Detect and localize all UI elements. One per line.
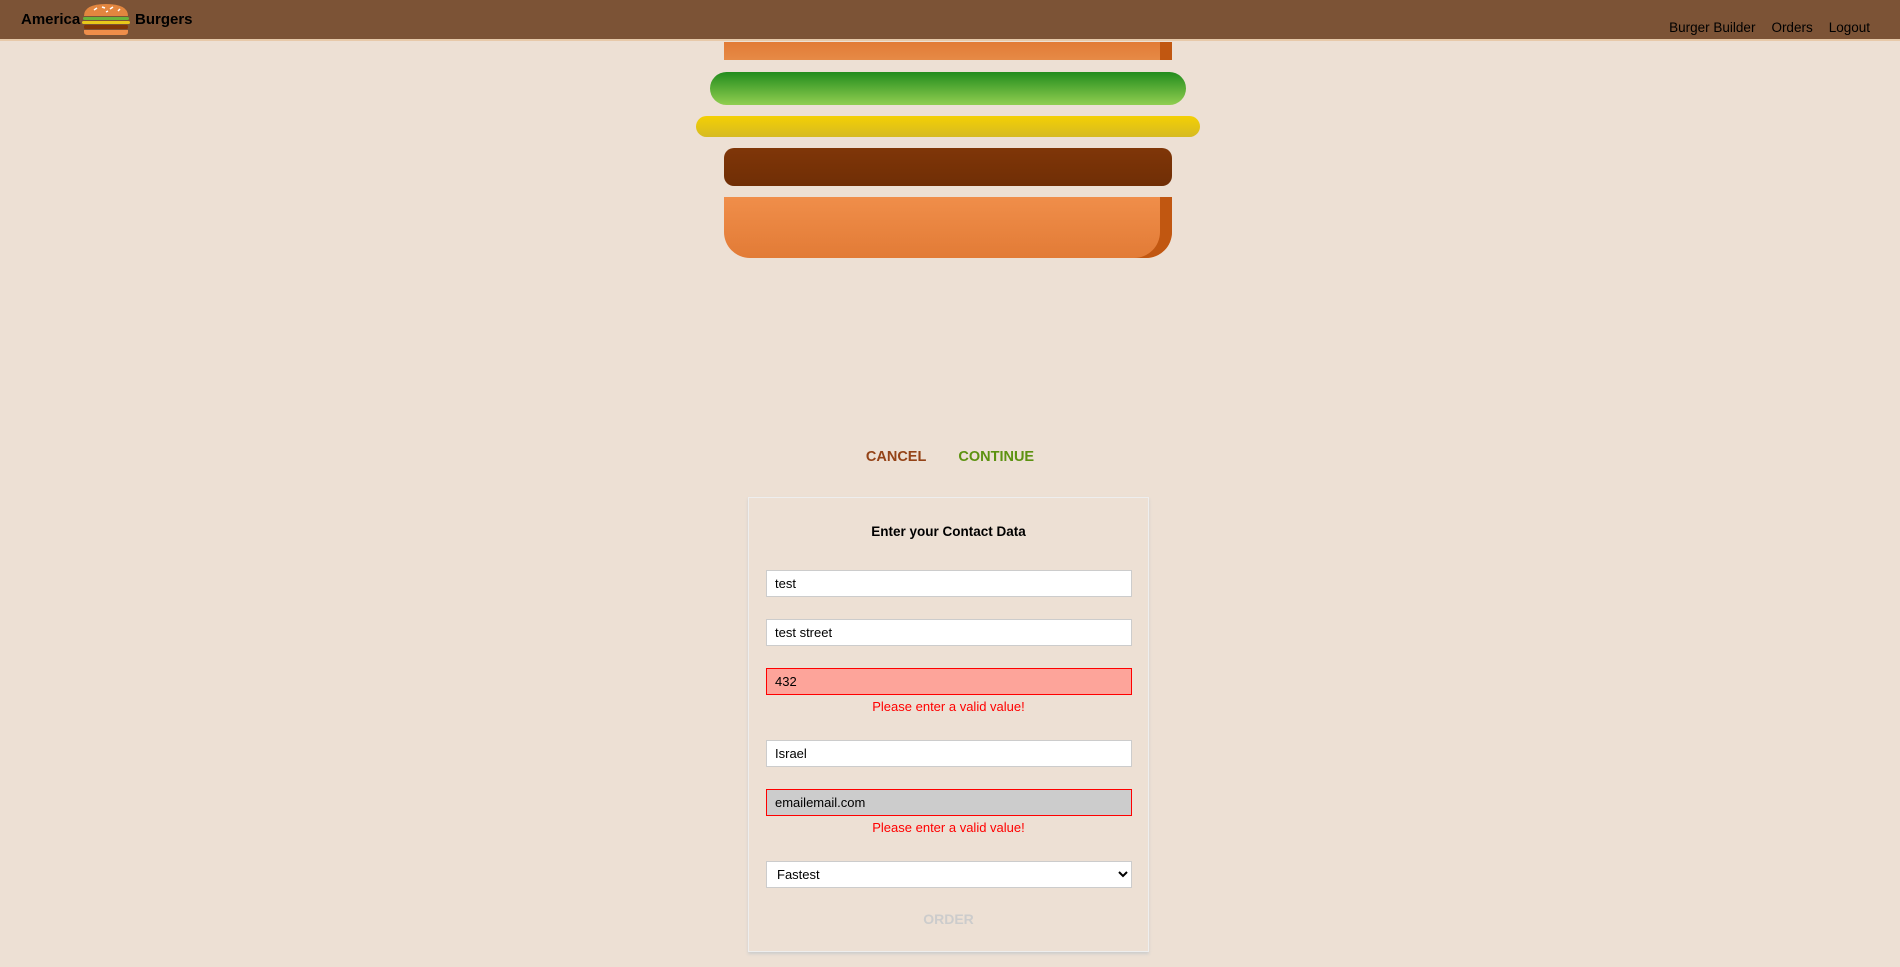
meat-layer [724, 148, 1172, 186]
continue-button[interactable]: CONTINUE [958, 449, 1034, 465]
burger-preview [0, 0, 1900, 260]
summary-actions: CANCEL CONTINUE [0, 449, 1900, 465]
cancel-button[interactable]: CANCEL [866, 449, 926, 465]
name-input[interactable] [766, 570, 1132, 597]
salad-layer [710, 72, 1186, 105]
street-input[interactable] [766, 619, 1132, 646]
email-error: Please enter a valid value! [872, 820, 1025, 835]
form-title: Enter your Contact Data [871, 524, 1026, 539]
contact-data-form: Enter your Contact Data Please enter a v… [748, 497, 1149, 952]
delivery-method-select[interactable]: Fastest Cheapest [766, 861, 1132, 888]
email-input[interactable] [766, 789, 1132, 816]
bread-top [724, 42, 1172, 60]
bread-bottom [724, 197, 1172, 258]
zip-code-input[interactable] [766, 668, 1132, 695]
country-input[interactable] [766, 740, 1132, 767]
order-button[interactable]: ORDER [749, 911, 1148, 927]
cheese-layer [696, 116, 1200, 137]
zip-code-error: Please enter a valid value! [872, 699, 1025, 714]
